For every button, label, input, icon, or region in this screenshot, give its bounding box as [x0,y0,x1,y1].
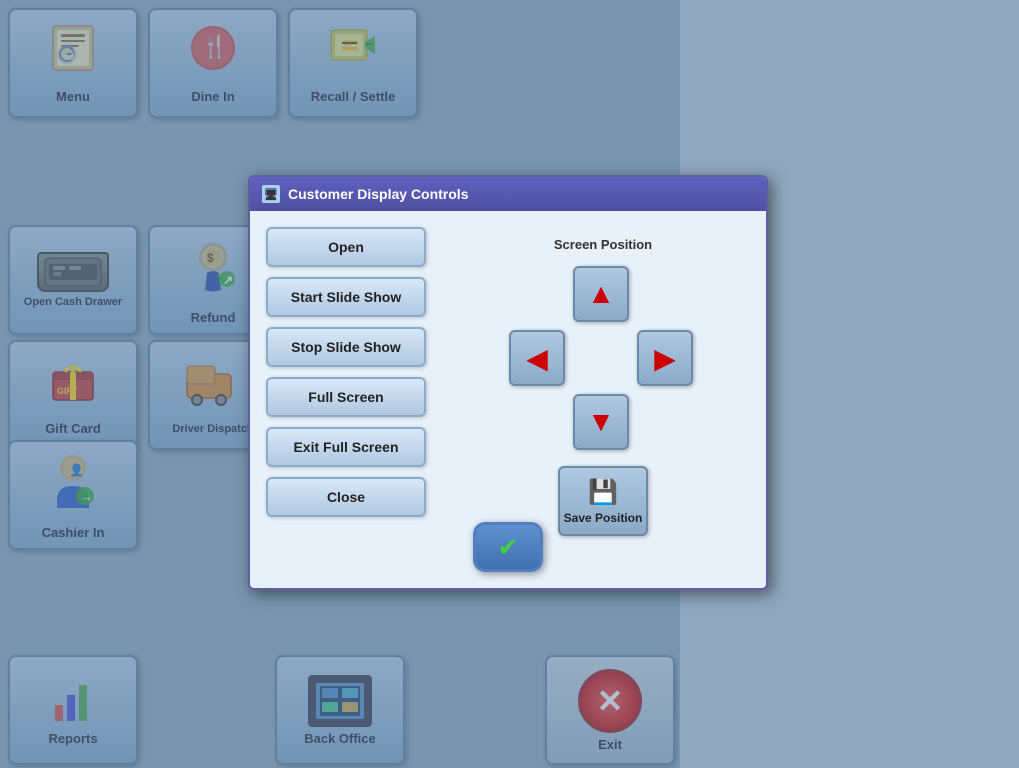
customer-display-modal: 🖥 Customer Display Controls Open Start S… [248,175,768,590]
save-position-button[interactable]: 💾 Save Position [558,466,648,536]
save-position-label: Save Position [564,511,643,525]
arrow-left-button[interactable]: ◀ [509,330,565,386]
modal-buttons-panel: Open Start Slide Show Stop Slide Show Fu… [266,227,436,564]
exit-full-screen-button[interactable]: Exit Full Screen [266,427,426,467]
checkmark-icon: ✔ [497,532,519,563]
arrow-grid: ▲ ◀ ▶ ▼ [509,266,697,454]
modal-titlebar: 🖥 Customer Display Controls [250,177,766,211]
left-arrow-icon: ◀ [526,342,548,375]
down-arrow-icon: ▼ [587,406,615,438]
screen-position-label: Screen Position [554,237,652,252]
arrow-up-button[interactable]: ▲ [573,266,629,322]
full-screen-button[interactable]: Full Screen [266,377,426,417]
start-slideshow-button[interactable]: Start Slide Show [266,277,426,317]
right-arrow-icon: ▶ [654,342,676,375]
up-arrow-icon: ▲ [587,278,615,310]
open-button[interactable]: Open [266,227,426,267]
save-icon: 💾 [588,478,618,507]
modal-title: Customer Display Controls [288,186,468,202]
close-modal-button[interactable]: Close [266,477,426,517]
modal-titlebar-icon: 🖥 [262,185,280,203]
stop-slideshow-button[interactable]: Stop Slide Show [266,327,426,367]
arrow-right-button[interactable]: ▶ [637,330,693,386]
confirm-button[interactable]: ✔ [473,522,543,572]
arrow-down-button[interactable]: ▼ [573,394,629,450]
screen-position-panel: Screen Position ▲ ◀ ▶ ▼ 💾 Save Position [456,227,750,564]
